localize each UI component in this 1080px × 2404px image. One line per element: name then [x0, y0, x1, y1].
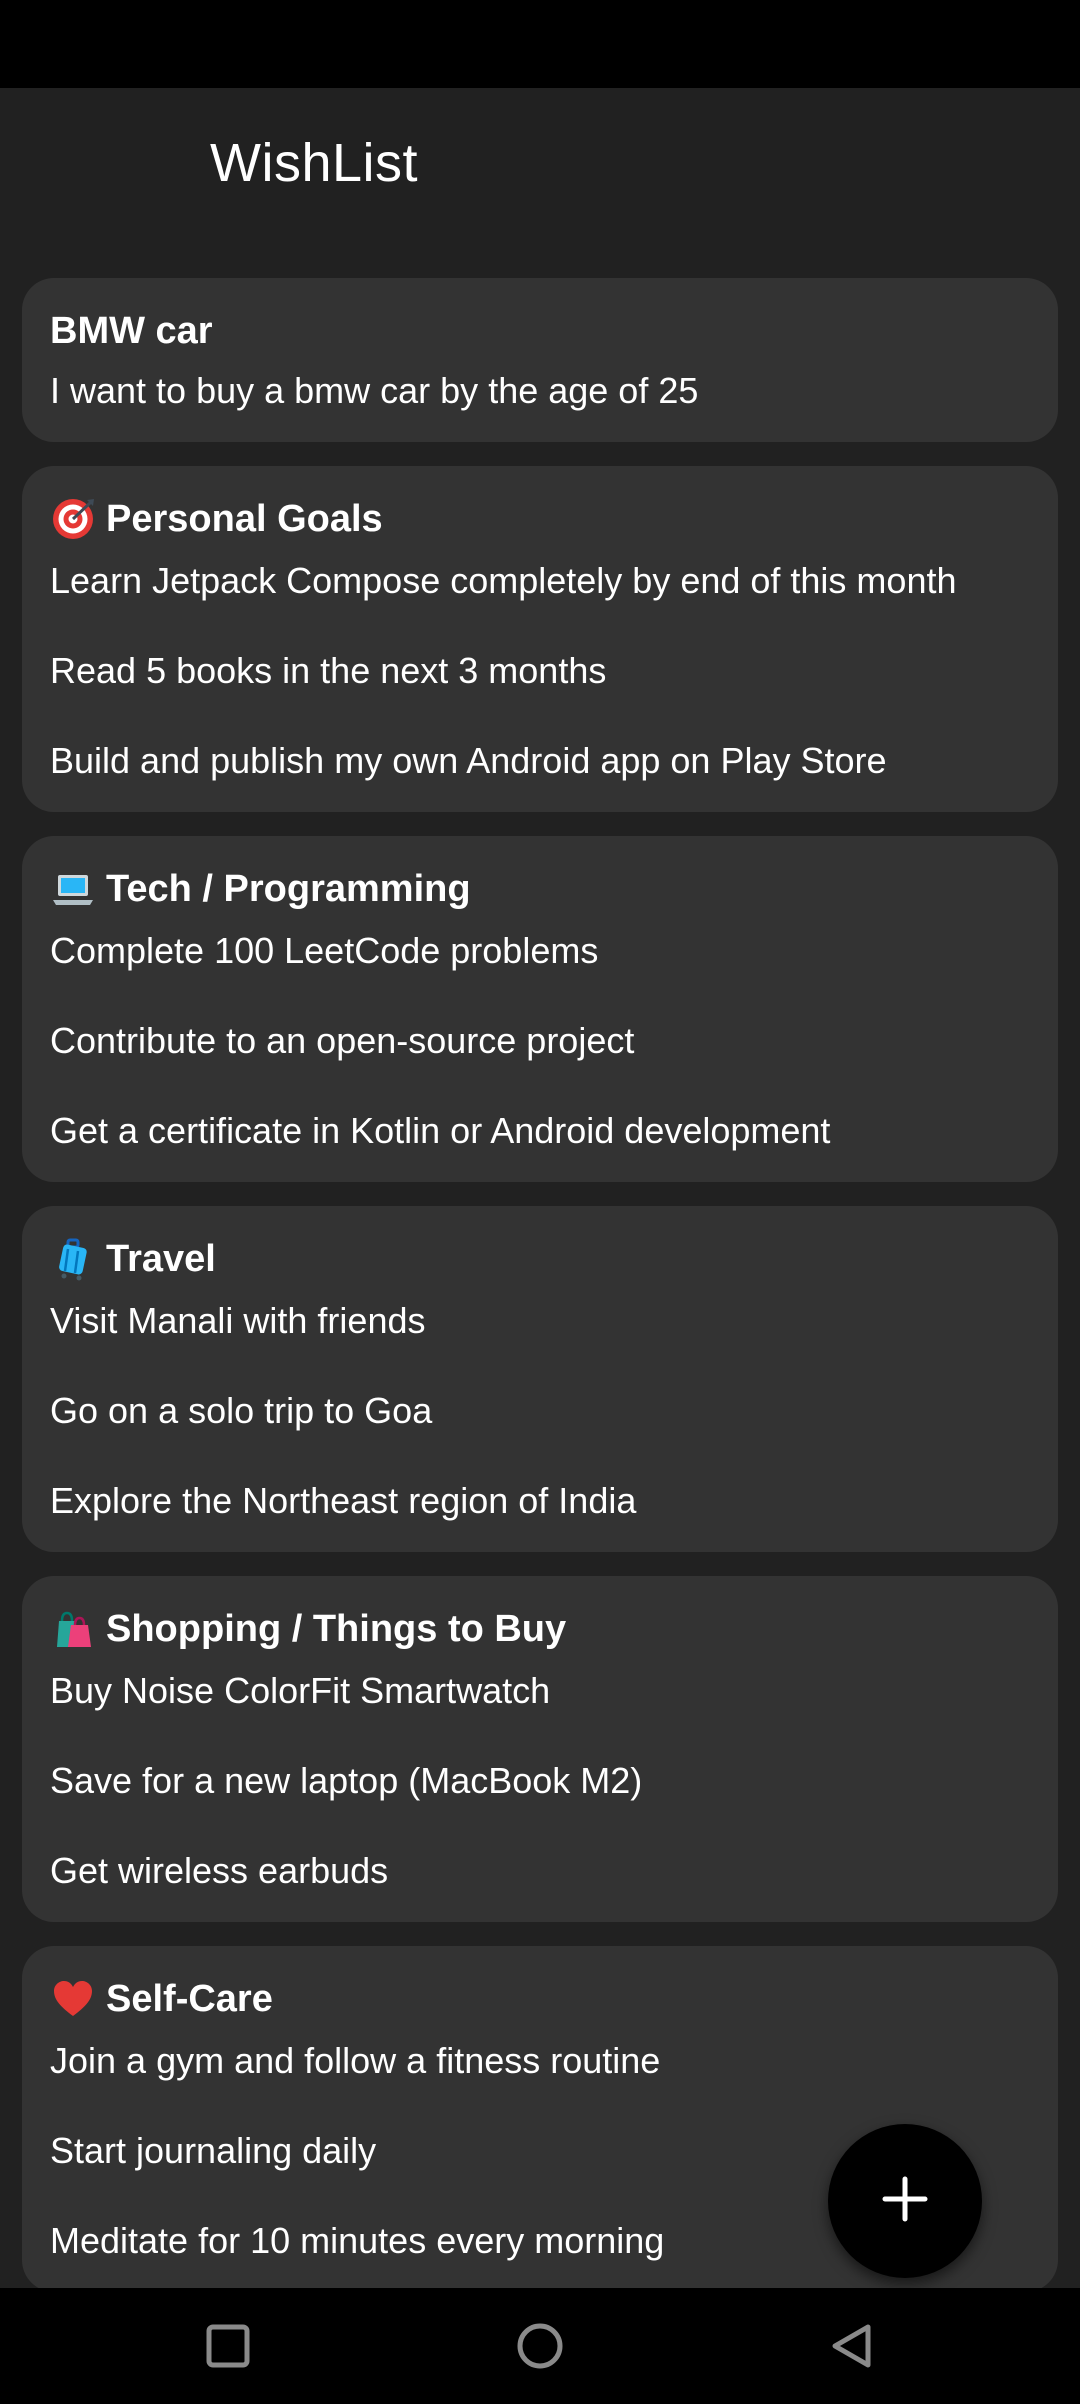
wish-item: Visit Manali with friends — [50, 1300, 426, 1341]
home-button[interactable] — [500, 2308, 580, 2388]
back-button[interactable] — [812, 2308, 892, 2388]
wish-card-bmw-car[interactable]: BMW car I want to buy a bmw car by the a… — [22, 278, 1058, 442]
card-title-text: BMW car — [50, 309, 213, 352]
card-items: Complete 100 LeetCode problems Contribut… — [50, 930, 1030, 1152]
card-title-text: Personal Goals — [106, 497, 383, 540]
wish-card-tech-programming[interactable]: Tech / Programming Complete 100 LeetCode… — [22, 836, 1058, 1182]
plus-icon — [881, 2175, 929, 2228]
app-screen: WishList BMW car I want to buy a bmw car… — [0, 88, 1080, 2288]
card-title: Tech / Programming — [50, 864, 1030, 914]
triangle-back-icon — [828, 2322, 876, 2375]
card-title-text: Self-Care — [106, 1977, 273, 2020]
laptop-icon — [50, 866, 96, 912]
wish-item: Save for a new laptop (MacBook M2) — [50, 1760, 643, 1801]
recents-button[interactable] — [188, 2308, 268, 2388]
suitcase-icon — [50, 1236, 96, 1282]
wish-item: Learn Jetpack Compose completely by end … — [50, 560, 957, 601]
wish-item: Get a certificate in Kotlin or Android d… — [50, 1110, 831, 1151]
card-title-text: Tech / Programming — [106, 867, 471, 910]
card-title: Personal Goals — [50, 494, 1030, 544]
status-bar — [0, 0, 1080, 88]
card-title: Travel — [50, 1234, 1030, 1284]
wish-card-shopping[interactable]: Shopping / Things to Buy Buy Noise Color… — [22, 1576, 1058, 1922]
card-items: I want to buy a bmw car by the age of 25 — [50, 370, 1030, 412]
wish-item: Get wireless earbuds — [50, 1850, 389, 1891]
wish-item: Read 5 books in the next 3 months — [50, 650, 607, 691]
wish-item: Join a gym and follow a fitness routine — [50, 2040, 661, 2081]
shopping-bags-icon — [50, 1606, 96, 1652]
wish-item: Go on a solo trip to Goa — [50, 1390, 433, 1431]
square-icon — [205, 2323, 251, 2374]
card-items: Visit Manali with friends Go on a solo t… — [50, 1300, 1030, 1522]
wish-item: Build and publish my own Android app on … — [50, 740, 887, 781]
app-title: WishList — [210, 133, 419, 193]
wish-item: Complete 100 LeetCode problems — [50, 930, 599, 971]
wish-item: Contribute to an open-source project — [50, 1020, 635, 1061]
card-title: Self-Care — [50, 1974, 1030, 2024]
target-icon — [50, 496, 96, 542]
circle-icon — [515, 2321, 565, 2376]
card-title-text: Travel — [106, 1237, 216, 1280]
system-navigation-bar — [0, 2288, 1080, 2404]
add-wish-button[interactable] — [828, 2124, 982, 2278]
card-items: Learn Jetpack Compose completely by end … — [50, 560, 1030, 782]
card-items: Buy Noise ColorFit Smartwatch Save for a… — [50, 1670, 1030, 1892]
wish-item: Buy Noise ColorFit Smartwatch — [50, 1670, 551, 1711]
wishlist-card-list[interactable]: BMW car I want to buy a bmw car by the a… — [22, 278, 1058, 2288]
wish-card-personal-goals[interactable]: Personal Goals Learn Jetpack Compose com… — [22, 466, 1058, 812]
card-title: Shopping / Things to Buy — [50, 1604, 1030, 1654]
wish-item: I want to buy a bmw car by the age of 25 — [50, 370, 699, 411]
heart-icon — [50, 1976, 96, 2022]
card-title-text: Shopping / Things to Buy — [106, 1607, 567, 1650]
wish-item: Explore the Northeast region of India — [50, 1480, 637, 1521]
top-app-bar: WishList — [0, 88, 1080, 248]
wish-card-travel[interactable]: Travel Visit Manali with friends Go on a… — [22, 1206, 1058, 1552]
card-title: BMW car — [50, 306, 1030, 356]
